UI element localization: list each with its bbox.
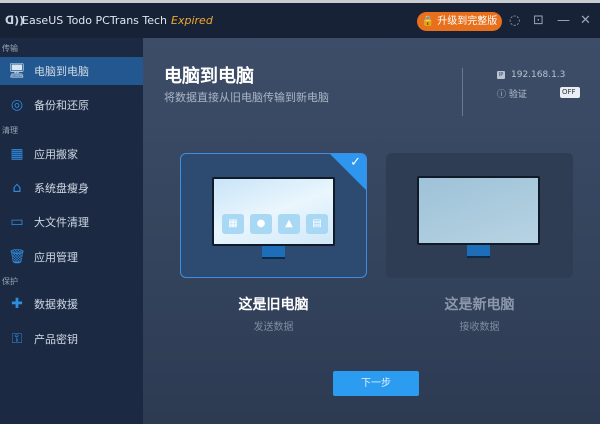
menu-icon[interactable]: ⊡ bbox=[533, 13, 544, 28]
expired-badge: Expired bbox=[171, 14, 213, 27]
verify-toggle[interactable]: OFF bbox=[560, 87, 580, 98]
next-button[interactable]: 下一步 bbox=[333, 371, 419, 396]
monitor-screen: ▦ ● ▲ ▤ bbox=[212, 177, 335, 246]
sidebar: 传输 🖥 电脑到电脑 ◎ 备份和还原 清理 ▦ 应用搬家 ⌂ 系统盘瘦身 ▭ 大文件清理 … bbox=[0, 38, 143, 424]
sidebar-item-label: 数据救援 bbox=[34, 298, 78, 311]
ip-icon: IP bbox=[497, 70, 505, 79]
document-icon: ▤ bbox=[306, 214, 328, 234]
sidebar-item-data-rescue[interactable]: ✚ 数据救援 bbox=[0, 290, 143, 318]
section-protect: 保护 bbox=[2, 277, 18, 286]
upgrade-button[interactable]: 🔒 升级到完整版 bbox=[417, 12, 502, 31]
new-pc-title: 这是新电脑 bbox=[444, 297, 515, 313]
info-icon: ⓘ bbox=[497, 90, 509, 100]
new-pc-subtitle: 接收数据 bbox=[459, 322, 500, 333]
sidebar-item-label: 电脑到电脑 bbox=[34, 65, 89, 78]
sidebar-item-app-management[interactable]: 🗑 应用管理 bbox=[0, 243, 143, 271]
first-aid-icon: ✚ bbox=[11, 296, 23, 312]
app-icons: ▦ ● ▲ ▤ bbox=[222, 214, 328, 234]
old-pc-title: 这是旧电脑 bbox=[238, 297, 309, 313]
support-icon[interactable]: ◌ bbox=[509, 13, 520, 28]
section-transfer: 传输 bbox=[2, 44, 18, 53]
monitor-screen bbox=[417, 176, 540, 245]
ip-value: 192.168.1.3 bbox=[511, 70, 566, 80]
minimize-icon[interactable]: — bbox=[557, 13, 570, 28]
folder-icon: ▭ bbox=[10, 214, 24, 230]
app-title: EaseUS Todo PCTrans Tech Expired bbox=[22, 14, 213, 27]
title-bar: ᗡ)) EaseUS Todo PCTrans Tech Expired 🔒 升级… bbox=[0, 3, 600, 38]
old-pc-card[interactable]: ▦ ● ▲ ▤ ✓ bbox=[180, 153, 367, 278]
monitor-icon: 🖥 bbox=[8, 63, 26, 79]
section-cleanup: 清理 bbox=[2, 126, 18, 135]
sidebar-item-large-file-cleanup[interactable]: ▭ 大文件清理 bbox=[0, 208, 143, 236]
new-pc-card[interactable] bbox=[386, 153, 573, 278]
sidebar-item-backup-restore[interactable]: ◎ 备份和还原 bbox=[0, 91, 143, 119]
user-icon: ● bbox=[250, 214, 272, 234]
sidebar-item-label: 应用管理 bbox=[34, 251, 78, 264]
monitor-stand bbox=[262, 246, 285, 259]
sidebar-item-product-key[interactable]: ⚿ 产品密钥 bbox=[0, 325, 143, 353]
sidebar-item-pc-to-pc[interactable]: 🖥 电脑到电脑 bbox=[0, 57, 143, 85]
check-icon: ✓ bbox=[350, 155, 361, 170]
divider bbox=[462, 68, 463, 116]
main-panel: 电脑到电脑 将数据直接从旧电脑传输到新电脑 IP 192.168.1.3 ⓘ 验证… bbox=[143, 38, 600, 424]
key-icon: ⚿ bbox=[11, 331, 23, 347]
sidebar-item-label: 大文件清理 bbox=[34, 216, 89, 229]
image-icon: ▲ bbox=[278, 214, 300, 234]
sidebar-item-label: 应用搬家 bbox=[34, 148, 78, 161]
apps-icon: ▦ bbox=[222, 214, 244, 234]
verify-label: 验证 bbox=[508, 90, 527, 100]
app-name: EaseUS Todo PCTrans Tech bbox=[22, 14, 168, 27]
page-subtitle: 将数据直接从旧电脑传输到新电脑 bbox=[164, 91, 329, 104]
trash-icon: 🗑 bbox=[8, 249, 26, 265]
page-title: 电脑到电脑 bbox=[164, 66, 254, 87]
verify-row: ⓘ 验证 bbox=[497, 87, 527, 100]
sidebar-item-app-migration[interactable]: ▦ 应用搬家 bbox=[0, 140, 143, 168]
broom-icon: ⌂ bbox=[12, 180, 22, 196]
old-pc-subtitle: 发送数据 bbox=[253, 322, 294, 333]
monitor-stand bbox=[467, 245, 490, 258]
sidebar-item-label: 产品密钥 bbox=[34, 333, 78, 346]
backup-icon: ◎ bbox=[10, 97, 24, 113]
ip-address: IP 192.168.1.3 bbox=[497, 70, 565, 80]
sidebar-item-label: 系统盘瘦身 bbox=[34, 182, 89, 195]
sidebar-item-system-slim[interactable]: ⌂ 系统盘瘦身 bbox=[0, 174, 143, 202]
sidebar-item-label: 备份和还原 bbox=[34, 99, 89, 112]
close-icon[interactable]: ✕ bbox=[580, 13, 591, 28]
apps-icon: ▦ bbox=[10, 146, 24, 162]
